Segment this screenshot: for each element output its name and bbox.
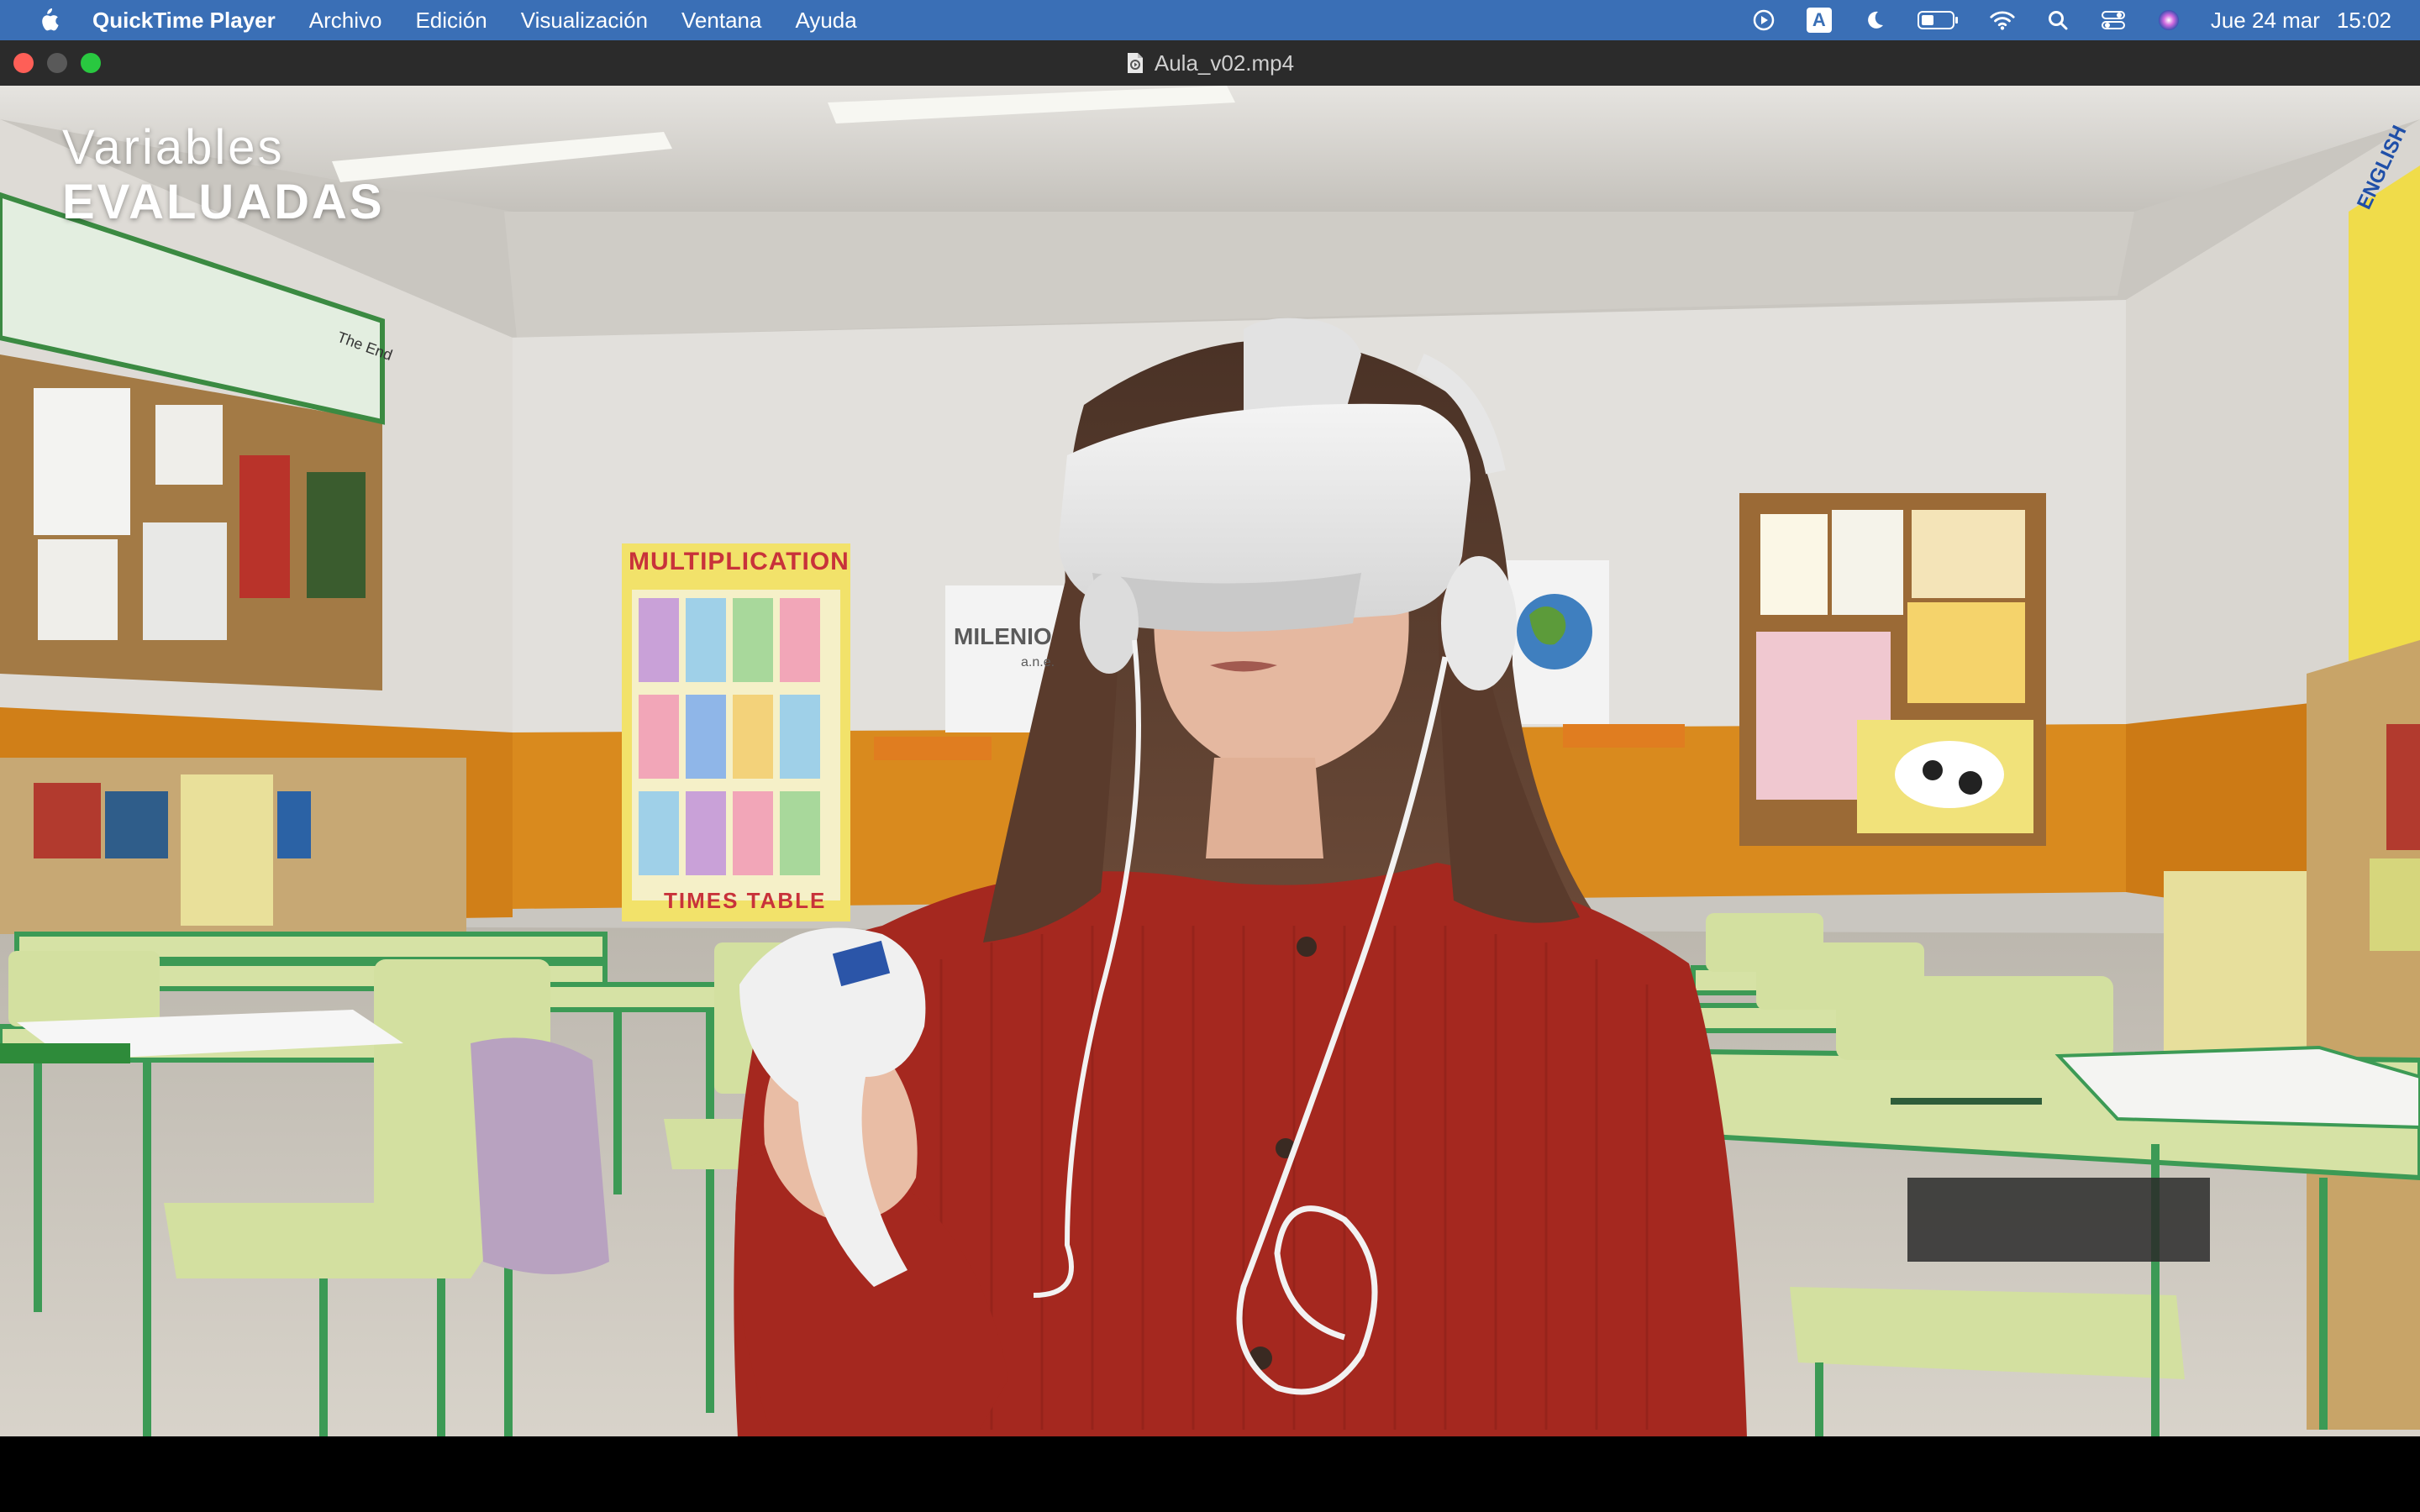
- milenio-logo-subtitle: a.n.e.: [1021, 655, 1055, 669]
- overlay-title-line2: EVALUADAS: [62, 175, 385, 229]
- siri-icon[interactable]: [2155, 7, 2182, 34]
- window-title-text: Aula_v02.mp4: [1154, 50, 1295, 76]
- apple-menu-icon[interactable]: [35, 6, 60, 34]
- menu-app-name[interactable]: QuickTime Player: [92, 8, 276, 34]
- window-title: Aula_v02.mp4: [0, 40, 2420, 86]
- multiplication-poster-title: MULTIPLICATION: [629, 548, 850, 575]
- menu-ventana[interactable]: Ventana: [681, 8, 761, 34]
- play-circle-icon[interactable]: [1750, 7, 1777, 34]
- battery-icon[interactable]: [1917, 7, 1960, 34]
- video-overlay-title: Variables EVALUADAS: [62, 119, 385, 230]
- input-source-badge: A: [1806, 8, 1832, 33]
- letterbox-bottom: [0, 1436, 2420, 1512]
- clock-time: 15:02: [2336, 7, 2391, 33]
- menu-archivo[interactable]: Archivo: [309, 8, 382, 34]
- menu-clock[interactable]: Jue 24 mar 15:02: [2211, 8, 2391, 34]
- overlay-title-line1: Variables: [62, 120, 285, 175]
- moon-icon[interactable]: [1861, 7, 1888, 34]
- window-title-bar[interactable]: Aula_v02.mp4: [0, 40, 2420, 87]
- keyboard-input-a-icon[interactable]: A: [1806, 7, 1833, 34]
- menu-visualizacion[interactable]: Visualización: [521, 8, 648, 34]
- classroom-scene: [0, 86, 2420, 1436]
- video-document-icon: [1126, 52, 1144, 74]
- wifi-icon[interactable]: [1989, 7, 2016, 34]
- video-frame[interactable]: Variables EVALUADAS MULTIPLICATION TIMES…: [0, 86, 2420, 1436]
- clock-date: Jue 24 mar: [2210, 7, 2320, 33]
- search-icon[interactable]: [2044, 7, 2071, 34]
- menu-edicion[interactable]: Edición: [415, 8, 487, 34]
- menu-bar: QuickTime Player Archivo Edición Visuali…: [0, 0, 2420, 40]
- times-table-poster-footer: TIMES TABLE: [664, 888, 827, 913]
- menu-ayuda[interactable]: Ayuda: [795, 8, 856, 34]
- control-center-icon[interactable]: [2100, 7, 2127, 34]
- milenio-logo-text: MILENIO: [954, 623, 1052, 649]
